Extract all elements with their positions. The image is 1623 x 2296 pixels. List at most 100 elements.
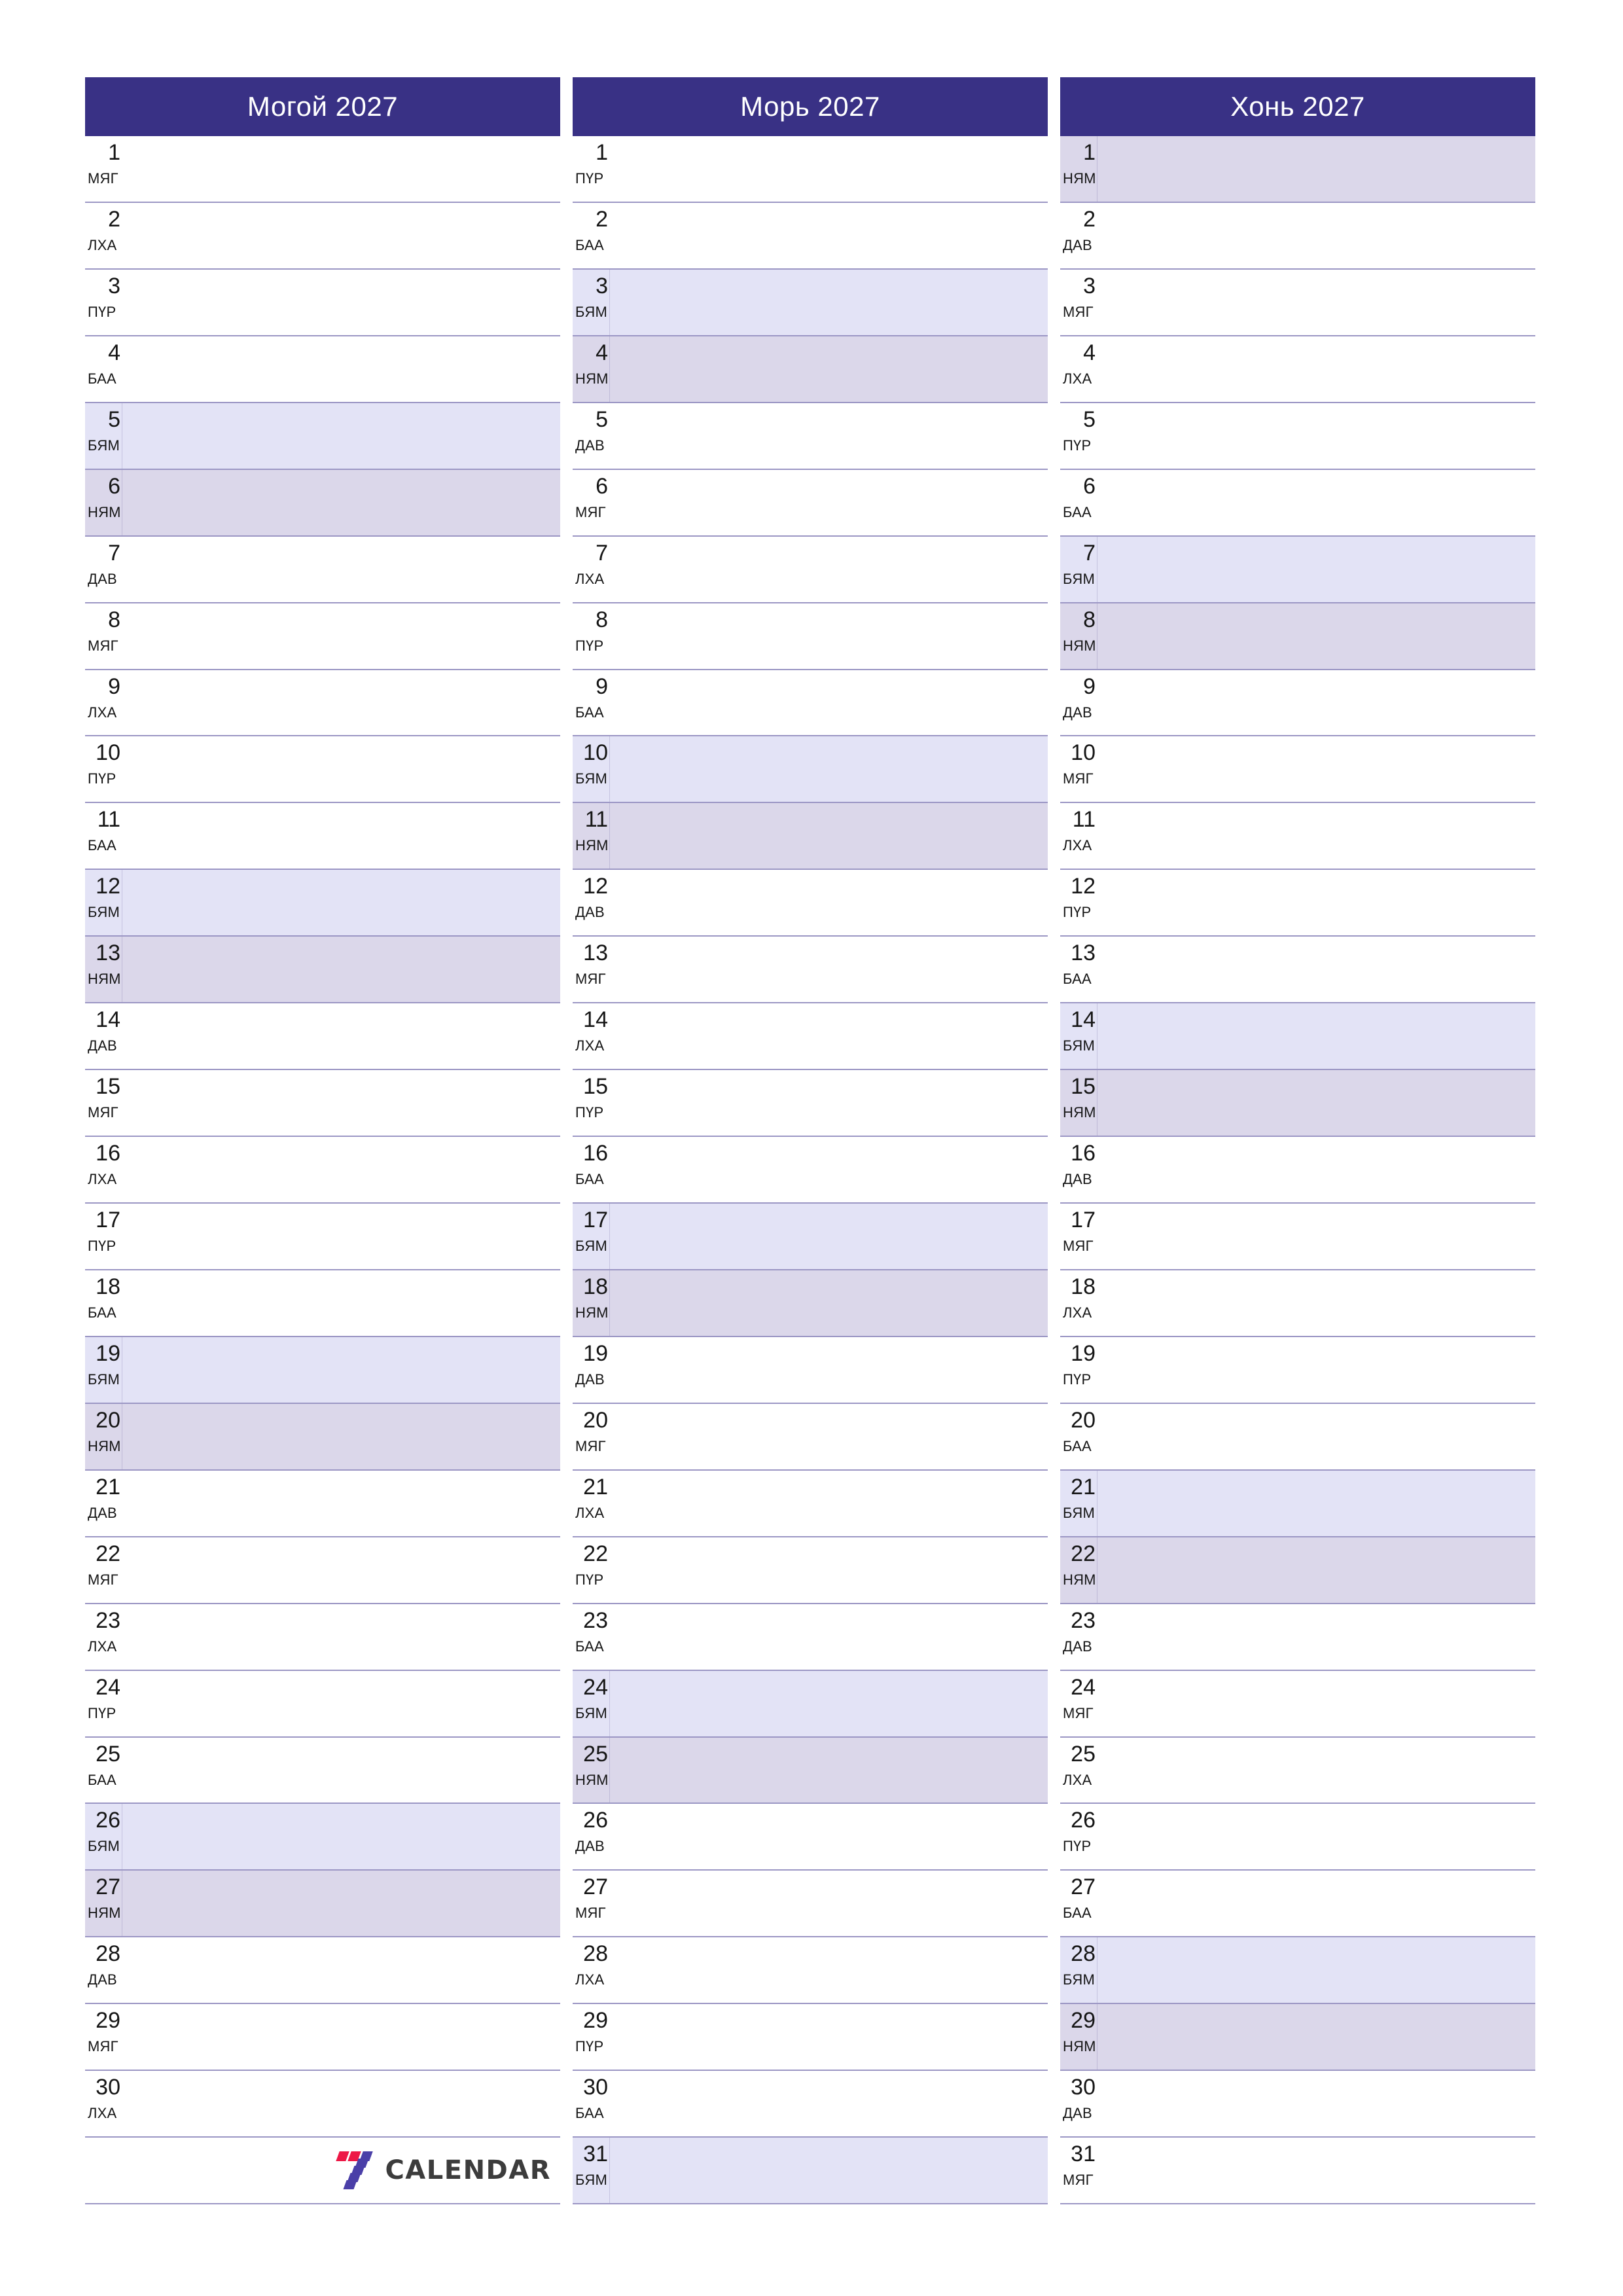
day-row[interactable]: 24 ПҮР xyxy=(85,1669,560,1736)
day-row[interactable]: 25 НЯМ xyxy=(573,1736,1048,1803)
day-row[interactable]: 20 МЯГ xyxy=(573,1402,1048,1469)
day-row[interactable]: 19 ДАВ xyxy=(573,1335,1048,1403)
day-row[interactable]: 14 БЯМ xyxy=(1060,1002,1535,1069)
day-row[interactable]: 18 ЛХА xyxy=(1060,1268,1535,1336)
day-row[interactable]: 9 БАА xyxy=(573,668,1048,736)
day-row[interactable]: 31 БЯМ xyxy=(573,2136,1048,2204)
day-row[interactable]: 19 БЯМ xyxy=(85,1335,560,1403)
day-row[interactable]: 6 МЯГ xyxy=(573,468,1048,535)
day-row[interactable]: 5 БЯМ xyxy=(85,401,560,469)
day-row[interactable]: 21 ЛХА xyxy=(573,1469,1048,1536)
day-row[interactable]: 26 БЯМ xyxy=(85,1803,560,1870)
day-row[interactable]: 25 ЛХА xyxy=(1060,1736,1535,1803)
day-row[interactable]: 29 МЯГ xyxy=(85,2003,560,2070)
day-row[interactable]: 6 НЯМ xyxy=(85,468,560,535)
day-row[interactable]: 12 ПҮР xyxy=(1060,869,1535,936)
day-row[interactable]: 16 ДАВ xyxy=(1060,1136,1535,1202)
day-row[interactable]: 9 ЛХА xyxy=(85,668,560,736)
day-row[interactable]: 13 БАА xyxy=(1060,935,1535,1003)
day-row[interactable]: 7 БЯМ xyxy=(1060,535,1535,602)
day-row[interactable]: 19 ПҮР xyxy=(1060,1335,1535,1403)
day-row[interactable]: 29 ПҮР xyxy=(573,2003,1048,2070)
day-row[interactable]: 18 НЯМ xyxy=(573,1268,1048,1336)
day-row[interactable]: 27 НЯМ xyxy=(85,1869,560,1937)
day-row[interactable]: 1 МЯГ xyxy=(85,136,560,202)
weekday-label: ДАВ xyxy=(1063,1638,1092,1655)
day-row[interactable]: 22 ПҮР xyxy=(573,1535,1048,1603)
day-row[interactable]: 3 МЯГ xyxy=(1060,268,1535,335)
day-row[interactable]: 6 БАА xyxy=(1060,468,1535,535)
day-row[interactable]: 29 НЯМ xyxy=(1060,2003,1535,2070)
day-row[interactable]: 15 ПҮР xyxy=(573,1069,1048,1136)
day-row[interactable]: 16 БАА xyxy=(573,1136,1048,1202)
day-row[interactable]: 27 МЯГ xyxy=(573,1869,1048,1937)
day-row[interactable]: 30 ДАВ xyxy=(1060,2070,1535,2137)
day-row[interactable]: 20 НЯМ xyxy=(85,1402,560,1469)
day-row[interactable]: 20 БАА xyxy=(1060,1402,1535,1469)
day-row[interactable]: 14 ЛХА xyxy=(573,1002,1048,1069)
day-row[interactable]: 11 ЛХА xyxy=(1060,802,1535,869)
day-row[interactable]: 23 ДАВ xyxy=(1060,1602,1535,1670)
day-row[interactable]: 17 БЯМ xyxy=(573,1202,1048,1269)
day-number: 17 xyxy=(96,1208,120,1232)
day-row[interactable]: 10 ПҮР xyxy=(85,735,560,802)
day-row[interactable]: 24 МЯГ xyxy=(1060,1669,1535,1736)
day-row[interactable]: 5 ДАВ xyxy=(573,401,1048,469)
day-row[interactable]: 13 МЯГ xyxy=(573,935,1048,1003)
day-row[interactable]: 2 ЛХА xyxy=(85,201,560,268)
weekday-label: МЯГ xyxy=(88,170,118,187)
day-number: 4 xyxy=(108,340,120,365)
day-row[interactable]: 4 ЛХА xyxy=(1060,334,1535,402)
day-row[interactable]: 18 БАА xyxy=(85,1268,560,1336)
day-row[interactable]: 15 НЯМ xyxy=(1060,1069,1535,1136)
day-row[interactable]: 2 БАА xyxy=(573,201,1048,268)
day-row[interactable]: 26 ПҮР xyxy=(1060,1803,1535,1870)
day-row[interactable]: 14 ДАВ xyxy=(85,1002,560,1069)
day-row[interactable]: 5 ПҮР xyxy=(1060,401,1535,469)
day-row[interactable]: 4 БАА xyxy=(85,334,560,402)
day-row[interactable]: 7 ЛХА xyxy=(573,535,1048,602)
day-row[interactable]: 21 ДАВ xyxy=(85,1469,560,1536)
day-row[interactable]: 24 БЯМ xyxy=(573,1669,1048,1736)
day-row[interactable]: 31 МЯГ xyxy=(1060,2136,1535,2204)
day-row[interactable]: 2 ДАВ xyxy=(1060,201,1535,268)
day-row[interactable]: 17 МЯГ xyxy=(1060,1202,1535,1269)
day-row[interactable]: 30 БАА xyxy=(573,2070,1048,2137)
day-row[interactable]: 1 ПҮР xyxy=(573,136,1048,202)
day-row[interactable]: 30 ЛХА xyxy=(85,2070,560,2137)
day-row[interactable]: 10 БЯМ xyxy=(573,735,1048,802)
day-row[interactable]: 10 МЯГ xyxy=(1060,735,1535,802)
day-row[interactable]: 15 МЯГ xyxy=(85,1069,560,1136)
day-row[interactable]: 11 НЯМ xyxy=(573,802,1048,869)
day-row[interactable]: 26 ДАВ xyxy=(573,1803,1048,1870)
weekday-label: НЯМ xyxy=(88,503,121,520)
day-row[interactable]: 1 НЯМ xyxy=(1060,136,1535,202)
day-row[interactable]: 8 МЯГ xyxy=(85,601,560,669)
day-row[interactable]: 17 ПҮР xyxy=(85,1202,560,1269)
day-row[interactable]: 28 БЯМ xyxy=(1060,1936,1535,2003)
day-row[interactable]: 22 МЯГ xyxy=(85,1535,560,1603)
day-row[interactable]: 16 ЛХА xyxy=(85,1136,560,1202)
day-row[interactable]: 28 ДАВ xyxy=(85,1936,560,2003)
day-row[interactable]: 4 НЯМ xyxy=(573,334,1048,402)
day-row[interactable]: 22 НЯМ xyxy=(1060,1535,1535,1603)
day-row[interactable]: 23 ЛХА xyxy=(85,1602,560,1670)
day-row[interactable]: 21 БЯМ xyxy=(1060,1469,1535,1536)
day-row[interactable]: 3 БЯМ xyxy=(573,268,1048,335)
day-row[interactable]: 11 БАА xyxy=(85,802,560,869)
day-number: 10 xyxy=(96,740,120,766)
day-row[interactable]: 3 ПҮР xyxy=(85,268,560,335)
day-row[interactable]: 28 ЛХА xyxy=(573,1936,1048,2003)
sevencalendar-logo[interactable]: CALENDAR xyxy=(332,2150,551,2191)
day-row[interactable]: 12 ДАВ xyxy=(573,869,1048,936)
day-row[interactable]: 7 ДАВ xyxy=(85,535,560,602)
weekday-label: БАА xyxy=(88,837,116,854)
day-row[interactable]: 9 ДАВ xyxy=(1060,668,1535,736)
day-row[interactable]: 27 БАА xyxy=(1060,1869,1535,1937)
day-row[interactable]: 8 НЯМ xyxy=(1060,601,1535,669)
day-row[interactable]: 12 БЯМ xyxy=(85,869,560,936)
day-row[interactable]: 13 НЯМ xyxy=(85,935,560,1003)
day-row[interactable]: 23 БАА xyxy=(573,1602,1048,1670)
day-row[interactable]: 25 БАА xyxy=(85,1736,560,1803)
day-row[interactable]: 8 ПҮР xyxy=(573,601,1048,669)
